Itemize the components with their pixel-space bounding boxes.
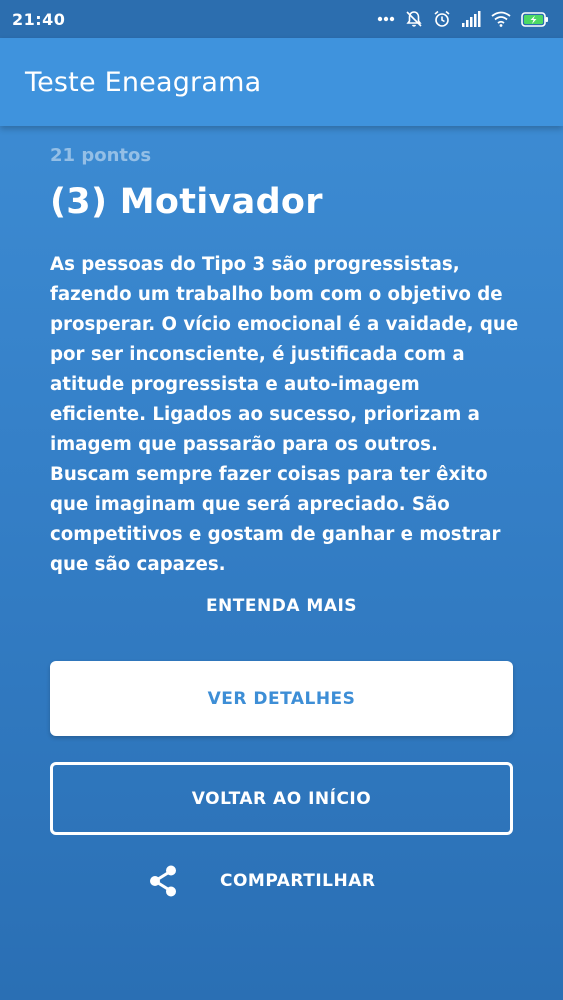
status-bar: 21:40: [0, 0, 563, 38]
wifi-icon: [491, 11, 511, 27]
result-content: 21 pontos (3) Motivador As pessoas do Ti…: [50, 143, 518, 580]
signal-icon: [462, 11, 481, 27]
status-time: 21:40: [12, 9, 66, 29]
app-bar: Teste Eneagrama: [0, 38, 563, 126]
learn-more-link[interactable]: ENTENDA MAIS: [0, 596, 563, 616]
share-icon: [150, 865, 176, 897]
score-label: 21 pontos: [50, 145, 152, 166]
bell-off-icon: [406, 11, 422, 27]
alarm-icon: [434, 10, 450, 27]
more-dots-icon: [377, 16, 395, 22]
type-title: (3) Motivador: [50, 182, 323, 222]
share-button[interactable]: COMPARTILHAR: [148, 862, 375, 900]
status-icons: [377, 10, 549, 28]
type-description: As pessoas do Tipo 3 são progressistas, …: [50, 254, 519, 575]
view-details-button[interactable]: VER DETALHES: [50, 661, 513, 736]
share-label: COMPARTILHAR: [220, 871, 376, 891]
back-to-start-button[interactable]: VOLTAR AO INÍCIO: [50, 762, 513, 835]
battery-charging-icon: [521, 11, 548, 27]
app-title: Teste Eneagrama: [25, 66, 262, 98]
